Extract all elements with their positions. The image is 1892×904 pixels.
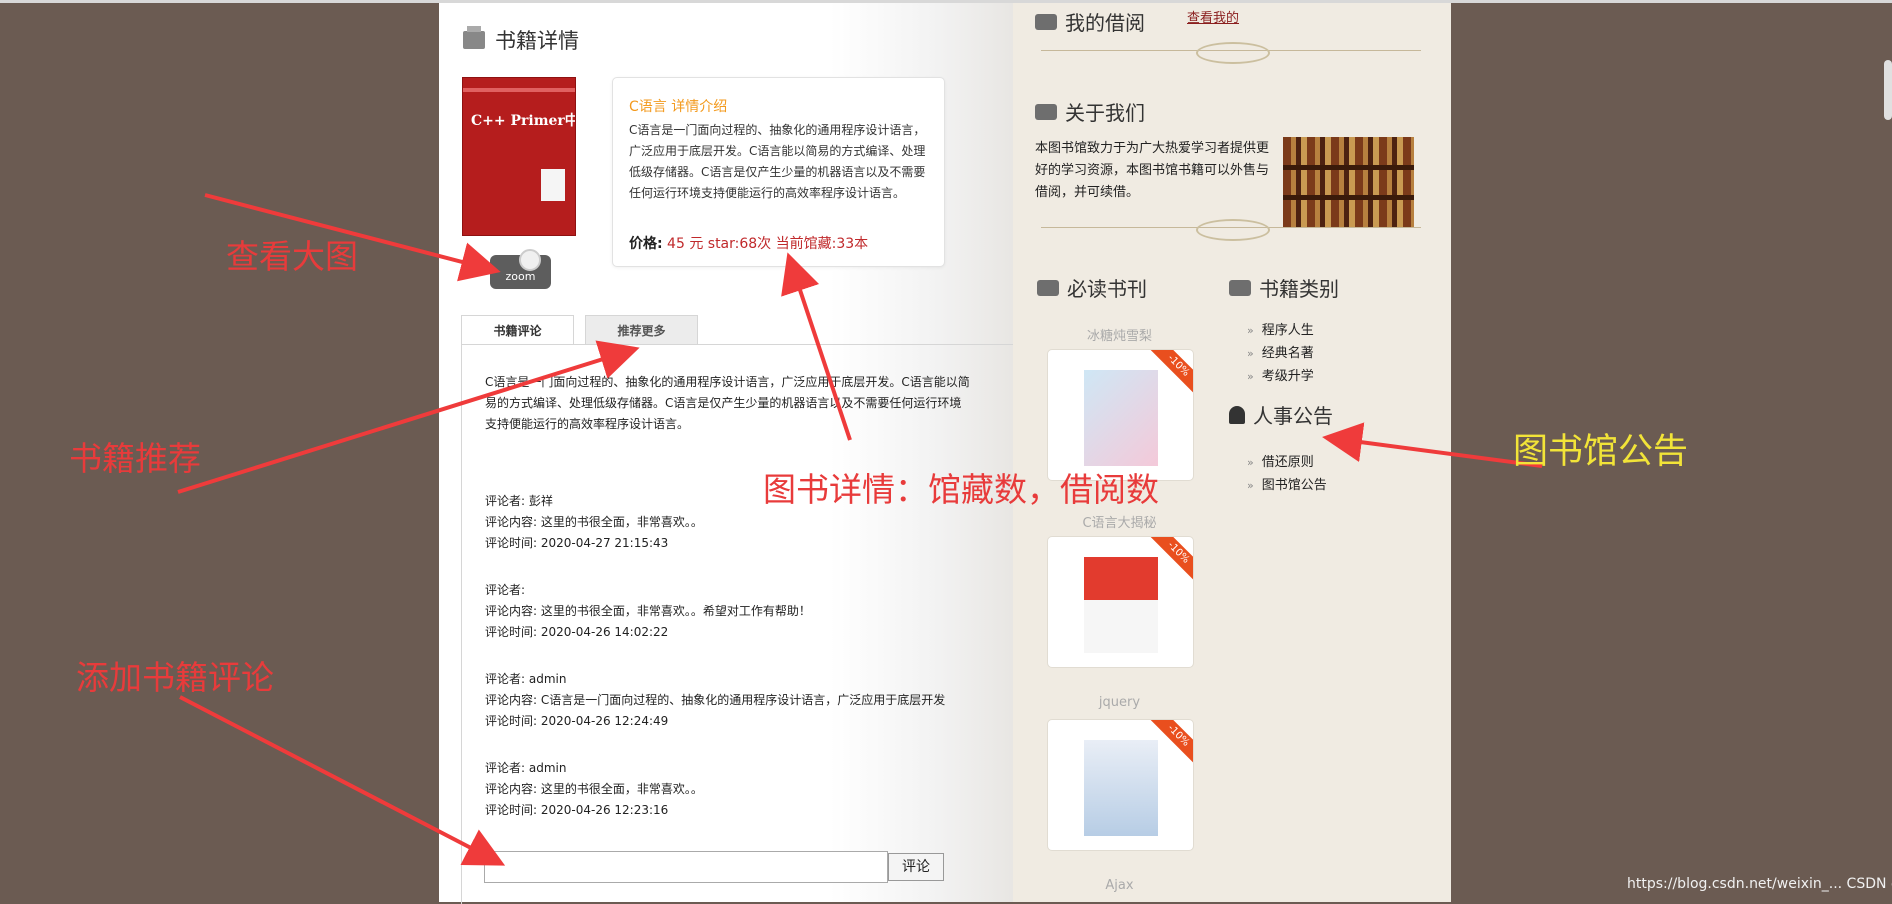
annotation-detail: 图书详情：馆藏数，借阅数 <box>763 470 1159 509</box>
arrow-detail <box>781 252 852 441</box>
arrow-comment <box>179 695 506 866</box>
annotation-notice: 图书馆公告 <box>1513 432 1689 472</box>
annotation-recommend: 书籍推荐 <box>69 439 201 478</box>
annotation-zoom: 查看大图 <box>226 237 358 276</box>
annotation-comment: 添加书籍评论 <box>76 658 274 697</box>
watermark: https://blog.csdn.net/weixin_... CSDN @彭… <box>1627 876 1892 892</box>
arrow-notice <box>1322 422 1543 468</box>
arrow-recommend <box>177 340 640 494</box>
